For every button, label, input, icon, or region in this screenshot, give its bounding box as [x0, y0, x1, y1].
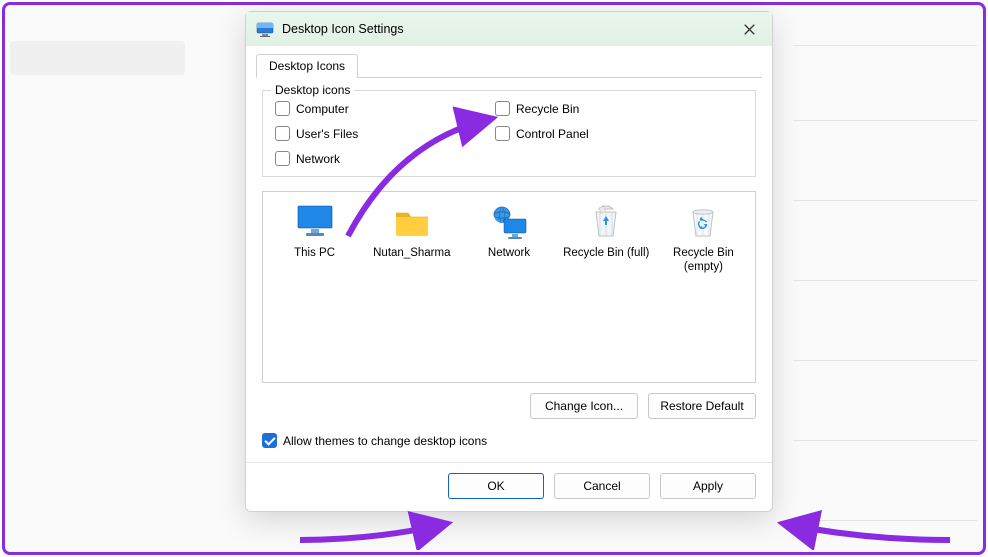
preview-item-label: Recycle Bin (empty)	[658, 246, 749, 275]
preview-item-label: Network	[488, 246, 530, 260]
preview-item-network[interactable]: Network	[463, 204, 554, 260]
dialog-title: Desktop Icon Settings	[282, 22, 727, 36]
checkbox-icon	[262, 433, 277, 448]
background-divider	[793, 280, 977, 281]
close-button[interactable]	[727, 12, 772, 46]
background-divider	[793, 200, 977, 201]
dialog-footer: OK Cancel Apply	[246, 462, 772, 511]
folder-icon	[392, 204, 432, 240]
preview-item-recycle-bin-full[interactable]: Recycle Bin (full)	[561, 204, 652, 260]
cancel-button[interactable]: Cancel	[554, 473, 650, 499]
tab-body: Desktop icons Computer Recycle Bin User'…	[246, 78, 772, 458]
checkbox-icon	[495, 126, 510, 141]
close-icon	[744, 24, 755, 35]
checkbox-icon	[495, 101, 510, 116]
preview-item-recycle-bin-empty[interactable]: Recycle Bin (empty)	[658, 204, 749, 275]
tab-strip: Desktop Icons	[256, 54, 762, 78]
preview-item-label: Nutan_Sharma	[373, 246, 450, 260]
checkbox-label: Control Panel	[516, 127, 589, 141]
checkbox-allow-themes[interactable]: Allow themes to change desktop icons	[262, 433, 487, 448]
checkbox-recycle-bin[interactable]: Recycle Bin	[495, 101, 695, 116]
recycle-bin-full-icon	[586, 204, 626, 240]
page-frame: Desktop Icon Settings Desktop Icons Desk…	[2, 2, 986, 555]
checkbox-label: Allow themes to change desktop icons	[283, 434, 487, 448]
fieldset-legend: Desktop icons	[271, 83, 354, 97]
change-icon-button[interactable]: Change Icon...	[530, 393, 638, 419]
checkbox-icon	[275, 126, 290, 141]
background-divider	[793, 440, 977, 441]
checkbox-control-panel[interactable]: Control Panel	[495, 126, 695, 141]
checkbox-computer[interactable]: Computer	[275, 101, 475, 116]
ok-button[interactable]: OK	[448, 473, 544, 499]
preview-item-label: This PC	[294, 246, 335, 260]
checkbox-icon	[275, 151, 290, 166]
checkbox-users-files[interactable]: User's Files	[275, 126, 475, 141]
dialog-title-icon	[256, 20, 274, 38]
preview-item-this-pc[interactable]: This PC	[269, 204, 360, 260]
background-divider	[793, 360, 977, 361]
checkbox-label: Recycle Bin	[516, 102, 579, 116]
recycle-bin-empty-icon	[683, 204, 723, 240]
desktop-icons-fieldset: Desktop icons Computer Recycle Bin User'…	[262, 90, 756, 177]
desktop-icon-settings-dialog: Desktop Icon Settings Desktop Icons Desk…	[245, 11, 773, 512]
apply-button[interactable]: Apply	[660, 473, 756, 499]
checkbox-icon	[275, 101, 290, 116]
monitor-icon	[295, 204, 335, 240]
checkbox-label: User's Files	[296, 127, 358, 141]
checkbox-label: Computer	[296, 102, 349, 116]
titlebar: Desktop Icon Settings	[246, 12, 772, 46]
icon-buttons-row: Change Icon... Restore Default	[262, 393, 756, 419]
background-divider	[793, 45, 977, 46]
annotation-arrow-icon	[775, 510, 955, 550]
preview-item-label: Recycle Bin (full)	[563, 246, 649, 260]
network-icon	[489, 204, 529, 240]
restore-default-button[interactable]: Restore Default	[648, 393, 756, 419]
background-sidebar-item	[10, 41, 185, 75]
checkbox-network[interactable]: Network	[275, 151, 475, 166]
tab-desktop-icons[interactable]: Desktop Icons	[256, 54, 358, 78]
icon-preview-list: This PC Nutan_Sharma	[262, 191, 756, 383]
annotation-arrow-icon	[295, 510, 455, 550]
background-divider	[793, 120, 977, 121]
background-divider	[793, 520, 977, 521]
preview-item-user-folder[interactable]: Nutan_Sharma	[366, 204, 457, 260]
checkbox-label: Network	[296, 152, 340, 166]
